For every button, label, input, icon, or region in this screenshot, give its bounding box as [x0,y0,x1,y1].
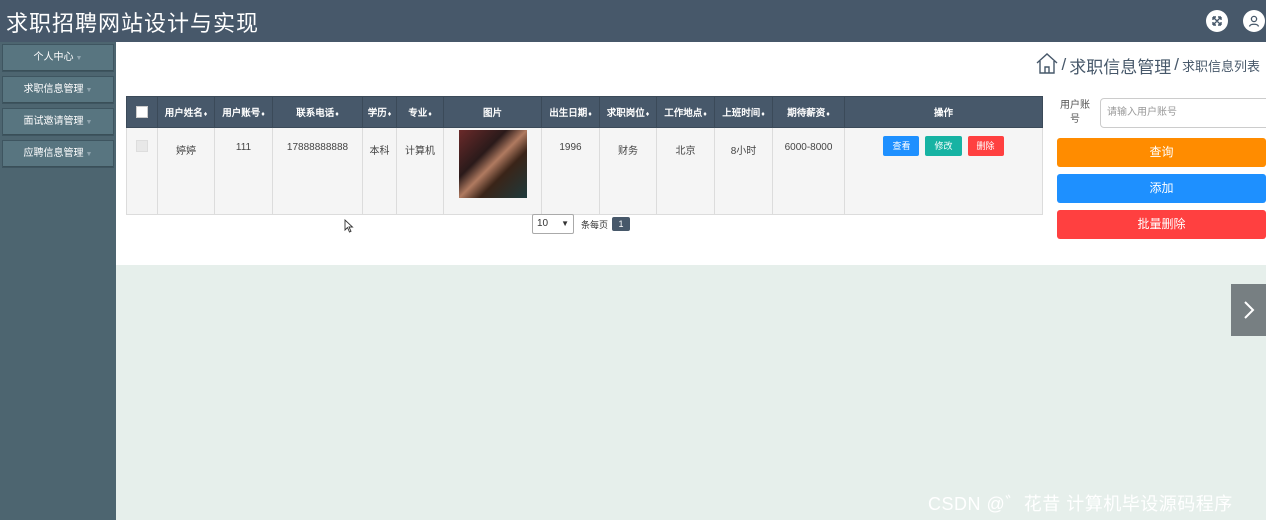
cell-name: 婷婷 [157,127,215,215]
cell-actions: 查看 修改 删除 [844,127,1043,215]
column-header[interactable]: 联系电话♦ [272,96,363,128]
cell-major: 计算机 [396,127,444,215]
filter-label: 用户账号 [1060,100,1090,125]
pagination: 10 ▼ 条每页 1 [532,214,631,234]
column-header[interactable]: 专业♦ [396,96,444,128]
fullscreen-icon[interactable] [1206,10,1228,32]
sidebar: 个人中心 ▼ 求职信息管理 ▼ 面试邀请管理 ▼ 应聘信息管理 ▼ [0,42,116,520]
column-header[interactable]: 学历♦ [362,96,397,128]
top-bar: 求职招聘网站设计与实现 [0,0,1266,42]
sidebar-item-job-seeking[interactable]: 求职信息管理 ▼ [2,76,114,104]
home-icon[interactable] [1035,52,1059,79]
chevron-down-icon: ▼ [85,151,93,158]
sidebar-item-interview[interactable]: 面试邀请管理 ▼ [2,108,114,136]
chevron-right-icon [1244,301,1255,319]
cell-phone: 17888888888 [272,127,363,215]
per-page-label: 条每页 [581,219,609,230]
breadcrumb: / 求职信息管理 / 求职信息列表 [1035,52,1260,79]
row-checkbox[interactable] [136,140,148,152]
user-avatar-icon[interactable] [1243,10,1265,32]
cell-education: 本科 [362,127,397,215]
view-button[interactable]: 查看 [883,136,920,156]
column-header: 图片 [443,96,542,128]
sidebar-item-application[interactable]: 应聘信息管理 ▼ [2,140,114,168]
main-panel: / 求职信息管理 / 求职信息列表 用户姓名♦ 用户账号♦ 联系电话♦ 学历♦ … [116,42,1266,265]
chevron-down-icon: ▼ [85,87,93,94]
breadcrumb-section[interactable]: 求职信息管理 [1069,53,1171,78]
cell-location: 北京 [656,127,715,215]
column-header[interactable]: 用户姓名♦ [157,96,215,128]
table-row: 婷婷 111 17888888888 本科 计算机 1996 财务 北京 8小时… [126,127,1043,215]
select-all-checkbox[interactable] [136,106,148,118]
chevron-down-icon: ▼ [85,119,93,126]
cell-account: 111 [214,127,273,215]
page-number[interactable]: 1 [612,217,631,231]
next-arrow-button[interactable] [1231,284,1266,336]
job-seeking-table: 用户姓名♦ 用户账号♦ 联系电话♦ 学历♦ 专业♦ 图片 出生日期♦ 求职岗位♦… [126,96,1043,215]
cell-position: 财务 [599,127,657,215]
column-header[interactable]: 上班时间♦ [714,96,773,128]
chevron-down-icon: ▼ [75,55,83,62]
column-header[interactable]: 用户账号♦ [214,96,273,128]
cell-birth: 1996 [541,127,600,215]
table-header: 用户姓名♦ 用户账号♦ 联系电话♦ 学历♦ 专业♦ 图片 出生日期♦ 求职岗位♦… [126,96,1043,128]
breadcrumb-page: 求职信息列表 [1181,58,1260,74]
chevron-down-icon: ▼ [561,219,569,228]
cell-hours: 8小时 [714,127,773,215]
cell-salary: 6000-8000 [772,127,845,215]
watermark: CSDN @゛花昔 计算机毕设源码程序 [928,494,1233,514]
add-button[interactable]: 添加 [1057,174,1266,203]
edit-button[interactable]: 修改 [925,136,962,156]
sidebar-item-profile[interactable]: 个人中心 ▼ [2,44,114,72]
column-header[interactable]: 出生日期♦ [541,96,600,128]
photo-thumbnail [458,130,527,198]
page-size-select[interactable]: 10 ▼ [532,214,574,234]
column-header: 操作 [844,96,1043,128]
column-header[interactable]: 期待薪资♦ [772,96,845,128]
search-button[interactable]: 查询 [1057,138,1266,167]
batch-delete-button[interactable]: 批量删除 [1057,210,1266,239]
column-header[interactable]: 工作地点♦ [656,96,715,128]
app-title: 求职招聘网站设计与实现 [6,11,260,36]
mouse-cursor-icon [344,218,354,238]
delete-button[interactable]: 删除 [967,136,1004,156]
account-search-input[interactable]: 请输入用户账号 [1100,98,1266,128]
column-header[interactable]: 求职岗位♦ [599,96,657,128]
